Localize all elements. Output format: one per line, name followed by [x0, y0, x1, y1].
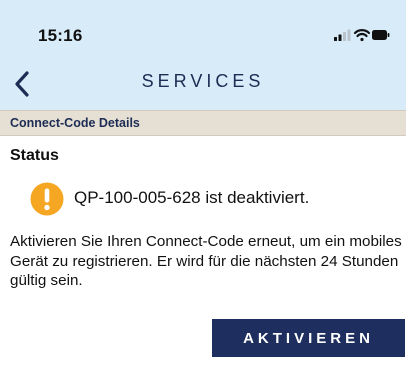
status-bar: 15:16	[0, 0, 406, 55]
wifi-icon	[353, 29, 371, 42]
battery-icon	[372, 30, 390, 40]
status-message: QP-100-005-628 ist deaktiviert.	[74, 188, 310, 207]
status-description: Aktivieren Sie Ihren Connect-Code erneut…	[10, 233, 402, 289]
activate-button[interactable]: AKTIVIEREN	[212, 319, 405, 357]
page-title: SERVICES	[141, 71, 265, 91]
app-header: 15:16 SERVICES	[0, 0, 406, 110]
section-label: Connect-Code Details	[10, 116, 140, 130]
status-heading: Status	[10, 147, 59, 164]
warning-icon	[30, 182, 64, 216]
system-icons	[334, 28, 390, 44]
signal-icon	[334, 29, 351, 41]
nav-bar: SERVICES	[0, 55, 406, 110]
status-time: 15:16	[38, 26, 83, 45]
section-header: Connect-Code Details	[0, 110, 406, 136]
